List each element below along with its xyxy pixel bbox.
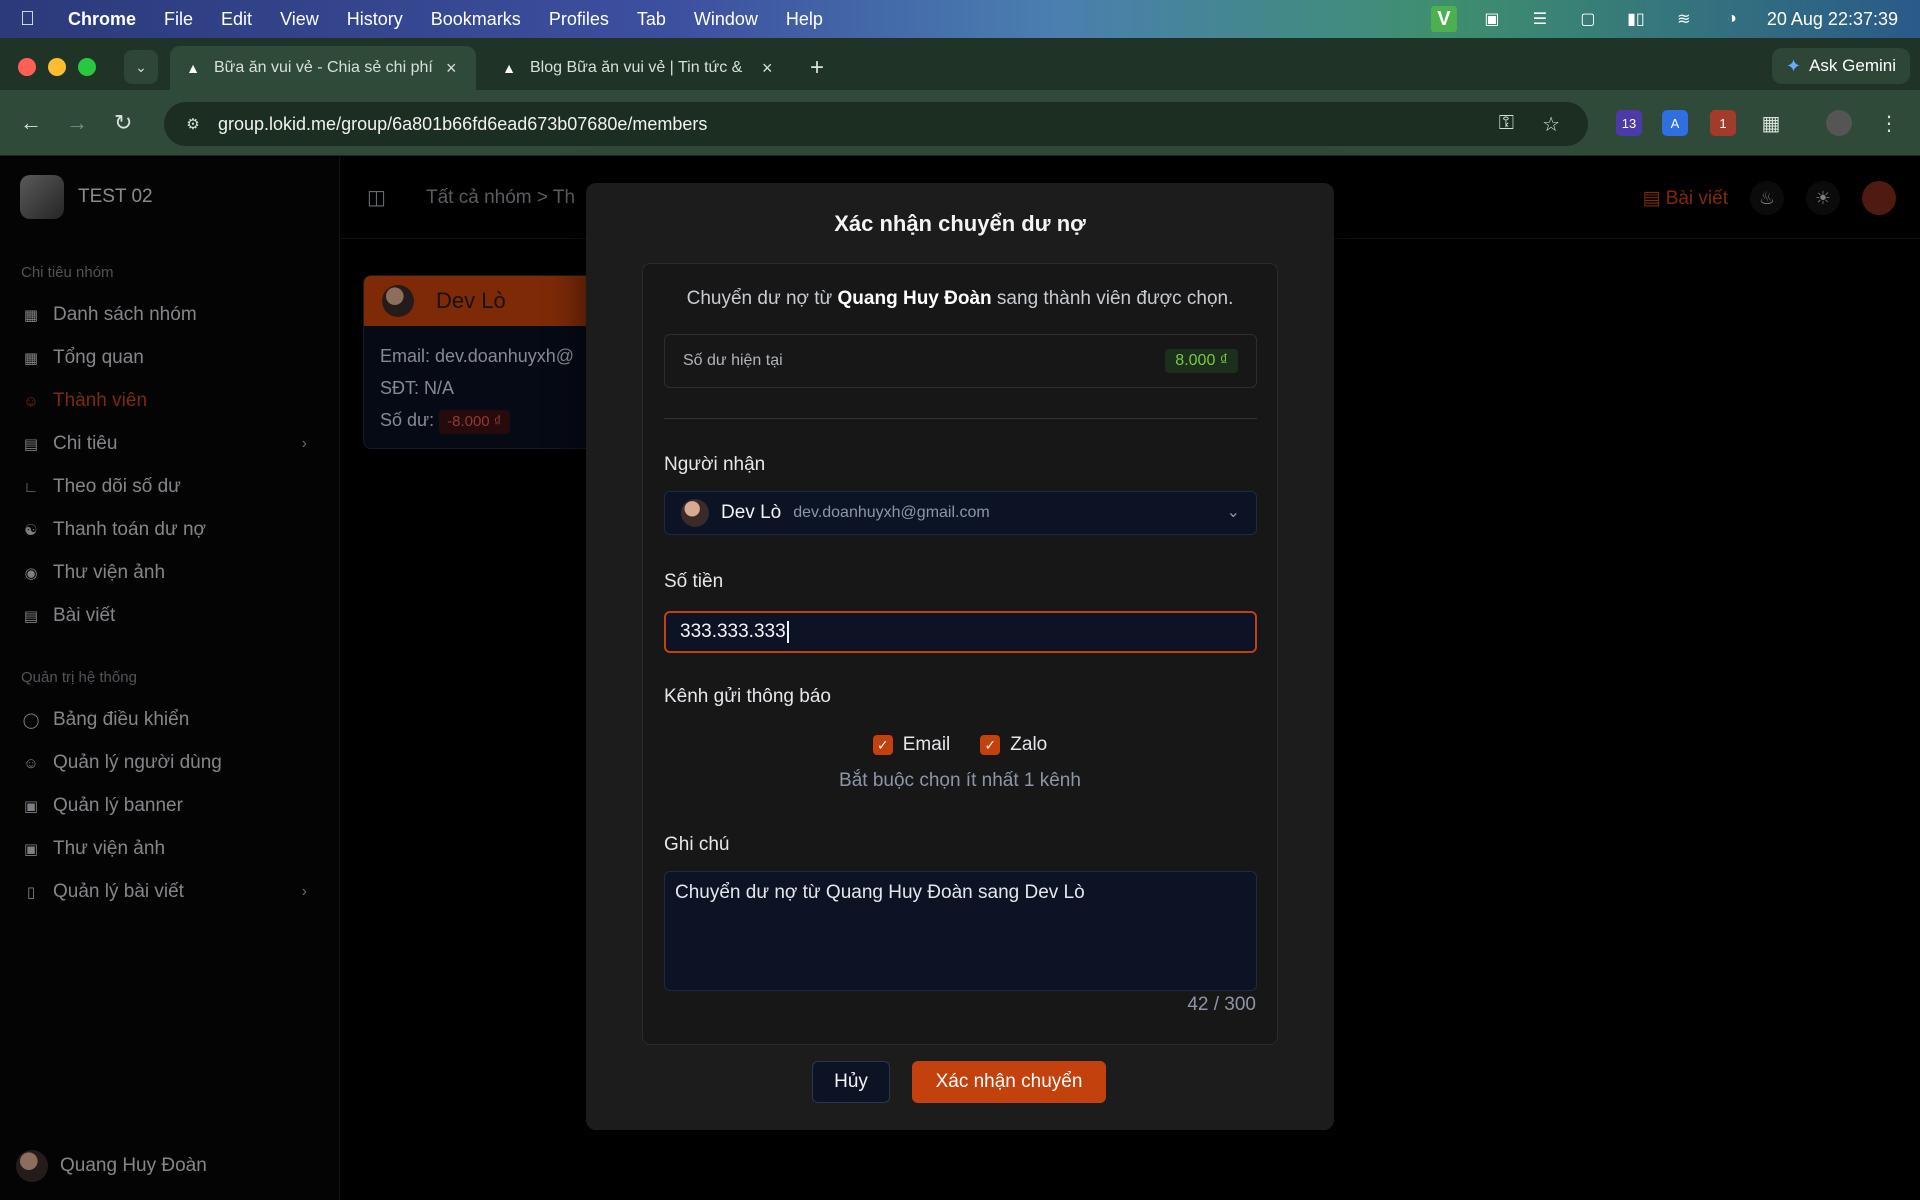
menu-window[interactable]: Window <box>694 9 758 30</box>
recipient-email: dev.doanhuyxh@gmail.com <box>793 504 990 521</box>
display-icon[interactable]: ▢ <box>1575 9 1601 29</box>
zalo-checkbox[interactable]: ✓ Zalo <box>980 734 1047 756</box>
menu-profiles[interactable]: Profiles <box>549 9 609 30</box>
desc-prefix: Chuyển dư nợ từ <box>686 288 838 309</box>
email-checkbox-label: Email <box>902 734 951 755</box>
ext-badge-count: 1 <box>1719 115 1727 131</box>
amount-value: 333.333.333 <box>680 621 786 642</box>
check-icon: ✓ <box>872 735 893 755</box>
note-char-count: 42 / 300 <box>1187 994 1256 1015</box>
close-tab-icon[interactable]: × <box>446 58 457 79</box>
desc-suffix: sang thành viên được chọn. <box>991 288 1234 309</box>
channel-checkboxes: ✓ Email ✓ Zalo <box>643 734 1277 756</box>
close-tab-icon[interactable]: × <box>762 58 773 79</box>
menu-bookmarks[interactable]: Bookmarks <box>431 9 521 30</box>
shield-extension-icon[interactable]: 1 <box>1710 110 1736 136</box>
menu-view[interactable]: View <box>280 9 319 30</box>
battery-icon[interactable]: ▮▯ <box>1623 9 1649 29</box>
recipient-name: Dev Lò <box>721 502 782 523</box>
recipient-select[interactable]: Dev Lò dev.doanhuyxh@gmail.com ⌄ <box>664 491 1257 535</box>
desc-from-user: Quang Huy Đoàn <box>837 288 992 309</box>
zalo-checkbox-label: Zalo <box>1010 734 1048 755</box>
address-bar[interactable]: ⚙ group.lokid.me/group/6a801b66fd6ead673… <box>164 102 1588 146</box>
forward-arrow-icon[interactable]: → <box>66 110 88 136</box>
v-app-icon[interactable]: V <box>1430 6 1457 32</box>
cancel-button[interactable]: Hủy <box>812 1061 890 1103</box>
control-center-icon[interactable]: ◑ <box>1719 9 1745 29</box>
back-arrow-icon[interactable]: ← <box>20 110 42 136</box>
extension-badge-icon[interactable]: 13 <box>1616 110 1642 136</box>
ext-badge-count: 13 <box>1621 115 1637 131</box>
note-label: Ghi chú <box>664 834 730 855</box>
confirm-transfer-button[interactable]: Xác nhận chuyển <box>912 1061 1106 1103</box>
tab-title: Bữa ăn vui vẻ - Chia sẻ chi phí <box>214 59 433 76</box>
text-caret <box>786 621 789 643</box>
recipient-label: Người nhận <box>664 454 766 475</box>
menu-tab[interactable]: Tab <box>637 9 666 30</box>
tab-blog[interactable]: ▲ Blog Bữa ăn vui vẻ | Tin tức & × <box>486 46 792 90</box>
layers-icon[interactable]: ☰ <box>1527 9 1553 29</box>
chrome-tabstrip: ⌄ ▲ Bữa ăn vui vẻ - Chia sẻ chi phí × ▲ … <box>0 38 1920 90</box>
ask-gemini-button[interactable]: ✦ Ask Gemini <box>1771 48 1910 84</box>
screen-record-icon[interactable]: ▣ <box>1479 9 1505 29</box>
note-textarea[interactable]: Chuyển dư nợ từ Quang Huy Đoàn sang Dev … <box>664 871 1257 991</box>
bookmark-star-icon[interactable]: ☆ <box>1542 112 1560 137</box>
tab-title: Blog Bữa ăn vui vẻ | Tin tức & <box>530 59 743 76</box>
divider <box>664 418 1257 419</box>
transfer-debt-dialog: Xác nhận chuyển dư nợ Chuyển dư nợ từ Qu… <box>586 183 1334 1130</box>
check-icon: ✓ <box>980 735 1001 755</box>
close-window-button[interactable] <box>18 58 36 76</box>
dialog-title: Xác nhận chuyển dư nợ <box>834 211 1086 236</box>
zoom-window-button[interactable] <box>78 58 96 76</box>
avatar <box>681 499 709 527</box>
password-key-icon[interactable]: ⚿ <box>1499 112 1514 135</box>
macos-menubar:  Chrome File Edit View History Bookmark… <box>0 0 1920 38</box>
chevron-down-icon: ⌄ <box>1226 504 1240 521</box>
menu-chrome[interactable]: Chrome <box>68 9 136 30</box>
site-settings-icon[interactable]: ⚙ <box>180 111 206 137</box>
triangle-favicon-icon: ▲ <box>186 60 200 76</box>
menu-history[interactable]: History <box>347 9 403 30</box>
puzzle-extensions-icon[interactable]: ▦ <box>1758 110 1784 136</box>
current-balance-box: Số dư hiện tại 8.000 ₫ <box>664 334 1257 388</box>
channel-hint: Bắt buộc chọn ít nhất 1 kênh <box>839 770 1081 791</box>
menu-file[interactable]: File <box>164 9 193 30</box>
gemini-sparkle-icon: ✦ <box>1785 55 1802 76</box>
kebab-menu-icon[interactable]: ⋮ <box>1876 110 1902 136</box>
tab-search-chevron-icon[interactable]: ⌄ <box>124 50 158 84</box>
profile-avatar[interactable] <box>1826 110 1852 136</box>
dialog-form: Chuyển dư nợ từ Quang Huy Đoàn sang thàn… <box>642 263 1278 1045</box>
url-text[interactable]: group.lokid.me/group/6a801b66fd6ead673b0… <box>218 114 707 135</box>
apple-icon[interactable]:  <box>20 8 44 31</box>
ask-gemini-label: Ask Gemini <box>1809 56 1896 75</box>
minimize-window-button[interactable] <box>48 58 66 76</box>
reload-icon[interactable]: ↻ <box>114 110 132 136</box>
tab-active[interactable]: ▲ Bữa ăn vui vẻ - Chia sẻ chi phí × <box>170 46 476 90</box>
amount-label: Số tiền <box>664 571 724 592</box>
current-balance-label: Số dư hiện tại <box>683 352 783 369</box>
dialog-description: Chuyển dư nợ từ Quang Huy Đoàn sang thàn… <box>643 288 1277 310</box>
menubar-datetime[interactable]: 20 Aug 22:37:39 <box>1767 9 1898 30</box>
email-checkbox[interactable]: ✓ Email <box>872 734 951 756</box>
window-controls <box>18 58 96 76</box>
menubar-status-area: V ▣ ☰ ▢ ▮▯ ≋ ◑ 20 Aug 22:37:39 <box>1430 0 1898 38</box>
new-tab-plus-icon[interactable]: + <box>810 54 824 82</box>
channel-label: Kênh gửi thông báo <box>664 686 831 707</box>
triangle-favicon-icon: ▲ <box>502 60 516 76</box>
chrome-toolbar: ← → ↻ ⚙ group.lokid.me/group/6a801b66fd6… <box>0 90 1920 156</box>
wifi-icon[interactable]: ≋ <box>1671 9 1697 29</box>
menu-help[interactable]: Help <box>786 9 823 30</box>
menu-edit[interactable]: Edit <box>221 9 252 30</box>
current-balance-value: 8.000 ₫ <box>1165 349 1238 373</box>
translate-extension-icon[interactable]: A <box>1662 110 1688 136</box>
amount-input[interactable]: 333.333.333 <box>664 611 1257 653</box>
